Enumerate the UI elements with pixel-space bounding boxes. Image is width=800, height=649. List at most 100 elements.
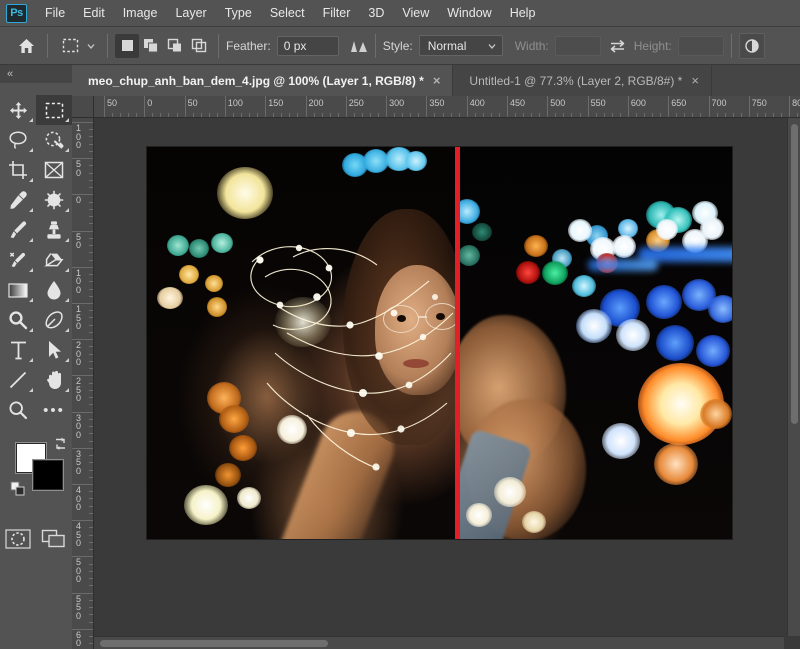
default-colors-button[interactable] [10, 481, 26, 497]
ruler-minor-tick [216, 113, 218, 117]
ruler-minor-tick [89, 498, 93, 500]
default-colors-icon [10, 481, 25, 496]
ruler-minor-tick [89, 549, 93, 551]
menu-item-type[interactable]: Type [216, 2, 261, 24]
select-and-mask-button[interactable] [738, 32, 765, 59]
menu-item-layer[interactable]: Layer [166, 2, 215, 24]
gradient-tool[interactable] [0, 275, 36, 305]
ruler-label: 500 [76, 557, 82, 585]
ruler-minor-tick [89, 252, 93, 254]
ruler-minor-tick [361, 113, 363, 117]
crop-tool[interactable] [0, 155, 36, 185]
horizontal-scrollbar-thumb[interactable] [100, 640, 328, 647]
tool-preset-picker[interactable] [55, 33, 100, 59]
close-icon[interactable]: × [691, 74, 699, 87]
close-icon[interactable]: × [433, 74, 441, 87]
clone-stamp-tool[interactable] [36, 215, 72, 245]
bokeh-light [576, 309, 612, 343]
frame-tool[interactable] [36, 155, 72, 185]
ruler-minor-tick [764, 113, 766, 117]
tool-flyout-indicator [29, 298, 33, 302]
add-to-selection-button[interactable] [139, 34, 163, 58]
background-color-swatch[interactable] [33, 460, 63, 490]
document-tab-active[interactable]: meo_chup_anh_ban_dem_4.jpg @ 100% (Layer… [72, 65, 454, 96]
width-input[interactable] [554, 35, 601, 56]
swap-colors-button[interactable] [53, 437, 68, 451]
subtract-from-selection-button[interactable] [163, 34, 187, 58]
type-tool[interactable] [0, 335, 36, 365]
intersect-selection-button[interactable] [187, 34, 211, 58]
ruler-minor-tick [89, 527, 93, 529]
menu-item-edit[interactable]: Edit [74, 2, 114, 24]
quick-selection-tool[interactable] [36, 125, 72, 155]
home-button[interactable] [12, 32, 40, 60]
vertical-scrollbar[interactable] [787, 118, 800, 636]
canvas-viewport[interactable] [94, 118, 800, 649]
hand-tool[interactable] [36, 365, 72, 395]
lasso-tool[interactable] [0, 125, 36, 155]
edit-toolbar-button[interactable]: ••• [36, 395, 72, 425]
horizontal-ruler[interactable]: 50 0 50 100 150 200 250 300 350 400 450 500 550 600 65… [94, 96, 800, 118]
menu-item-3d[interactable]: 3D [359, 2, 393, 24]
ruler-minor-tick [249, 113, 251, 117]
spot-healing-brush-tool[interactable] [36, 185, 72, 215]
dodge-tool[interactable] [0, 305, 36, 335]
brush-tool[interactable] [0, 215, 36, 245]
ruler-minor-tick [281, 113, 283, 117]
ruler-minor-tick [474, 113, 476, 117]
eyedropper-tool[interactable] [0, 185, 36, 215]
ruler-minor-tick [152, 113, 154, 117]
new-selection-button[interactable] [115, 33, 139, 58]
line-tool[interactable] [0, 365, 36, 395]
quick-mask-button[interactable] [5, 529, 31, 549]
menu-item-select[interactable]: Select [261, 2, 314, 24]
chevron-down-icon [488, 43, 496, 49]
vertical-ruler[interactable]: 100 50 0 50 100 150 200 250 300 350 400 450 500 550 60 [72, 118, 94, 649]
ruler-minor-tick [89, 187, 93, 189]
ruler-minor-tick [652, 113, 654, 117]
move-tool[interactable] [0, 95, 36, 125]
artboard[interactable] [147, 147, 732, 539]
refine-edge-button[interactable] [349, 38, 368, 54]
height-input[interactable] [677, 35, 724, 56]
feather-input[interactable]: 0 px [276, 35, 339, 56]
ruler-minor-tick [89, 621, 93, 623]
quick-selection-icon [45, 131, 64, 149]
menu-item-file[interactable]: File [36, 2, 74, 24]
style-dropdown[interactable]: Normal [418, 35, 503, 56]
menu-item-image[interactable]: Image [114, 2, 167, 24]
path-selection-tool[interactable] [36, 335, 72, 365]
blur-tool[interactable] [36, 275, 72, 305]
menu-item-help[interactable]: Help [501, 2, 545, 24]
document-tab-label: Untitled-1 @ 77.3% (Layer 2, RGB/8#) * [469, 73, 683, 88]
ruler-label: 150 [76, 304, 82, 331]
menu-item-window[interactable]: Window [438, 2, 500, 24]
ruler-minor-tick [241, 113, 243, 117]
ruler-corner[interactable] [72, 96, 94, 118]
ruler-minor-tick [724, 113, 726, 117]
ruler-label: 50 [76, 159, 82, 178]
menu-item-filter[interactable]: Filter [314, 2, 360, 24]
ruler-label: 50 [107, 98, 118, 108]
ruler-minor-tick [136, 113, 138, 117]
rectangular-marquee-tool[interactable] [36, 95, 72, 125]
feather-label: Feather: [226, 38, 271, 53]
ruler-minor-tick [555, 113, 557, 117]
ruler-minor-tick [523, 113, 525, 117]
zoom-tool[interactable] [0, 395, 36, 425]
pen-tool[interactable] [36, 305, 72, 335]
ruler-minor-tick [644, 113, 646, 117]
ruler-minor-tick [394, 113, 396, 117]
history-brush-tool[interactable] [0, 245, 36, 275]
vertical-scrollbar-thumb[interactable] [791, 124, 798, 424]
bokeh-light [612, 235, 636, 258]
ruler-minor-tick [89, 433, 93, 435]
horizontal-scrollbar[interactable] [94, 636, 784, 649]
screen-mode-button[interactable] [41, 529, 67, 549]
menu-item-view[interactable]: View [393, 2, 438, 24]
ruler-major-tick [668, 96, 670, 117]
document-tab-untitled[interactable]: Untitled-1 @ 77.3% (Layer 2, RGB/8#) * × [453, 65, 712, 96]
eraser-tool[interactable] [36, 245, 72, 275]
toolbar-collapse-button[interactable]: « [0, 65, 72, 83]
swap-width-height-button[interactable] [609, 39, 626, 53]
